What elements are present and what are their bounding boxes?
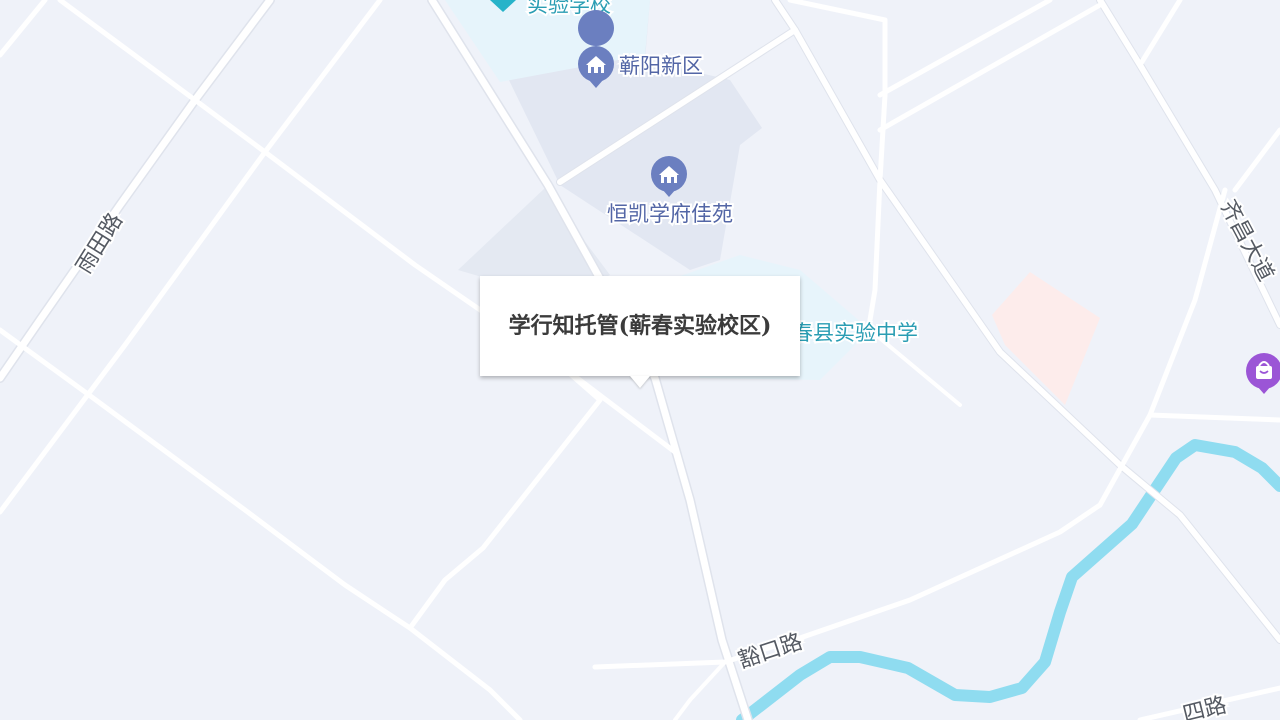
river [736, 439, 1280, 720]
popup-pointer [630, 376, 650, 388]
popup-title: 学行知托管(蕲春实验校区) [508, 312, 772, 339]
poi-label: 蕲阳新区 [619, 54, 703, 78]
road-label: 豁口路 [735, 630, 806, 674]
poi-label: 恒凯学府佳苑 [607, 202, 733, 226]
road-label: 四路 [1180, 693, 1229, 720]
poi-shiyan-zhongxue[interactable]: 春县实验中学 [790, 319, 920, 347]
poi-shopping[interactable] [1246, 353, 1280, 394]
road-label: 雨田路 [72, 209, 128, 278]
shopping-bag-icon [1246, 353, 1280, 394]
poi-label: 春县实验中学 [792, 321, 918, 345]
road-label: 齐昌大道 [1215, 196, 1278, 285]
map-view[interactable]: 雨田路 齐昌大道 豁口路 四路 实验学校 蕲阳新区 恒凯学府佳苑 春县实验中学 … [0, 0, 1280, 720]
info-popup[interactable]: 学行知托管(蕲春实验校区) [480, 276, 800, 388]
commercial-area [992, 272, 1100, 405]
